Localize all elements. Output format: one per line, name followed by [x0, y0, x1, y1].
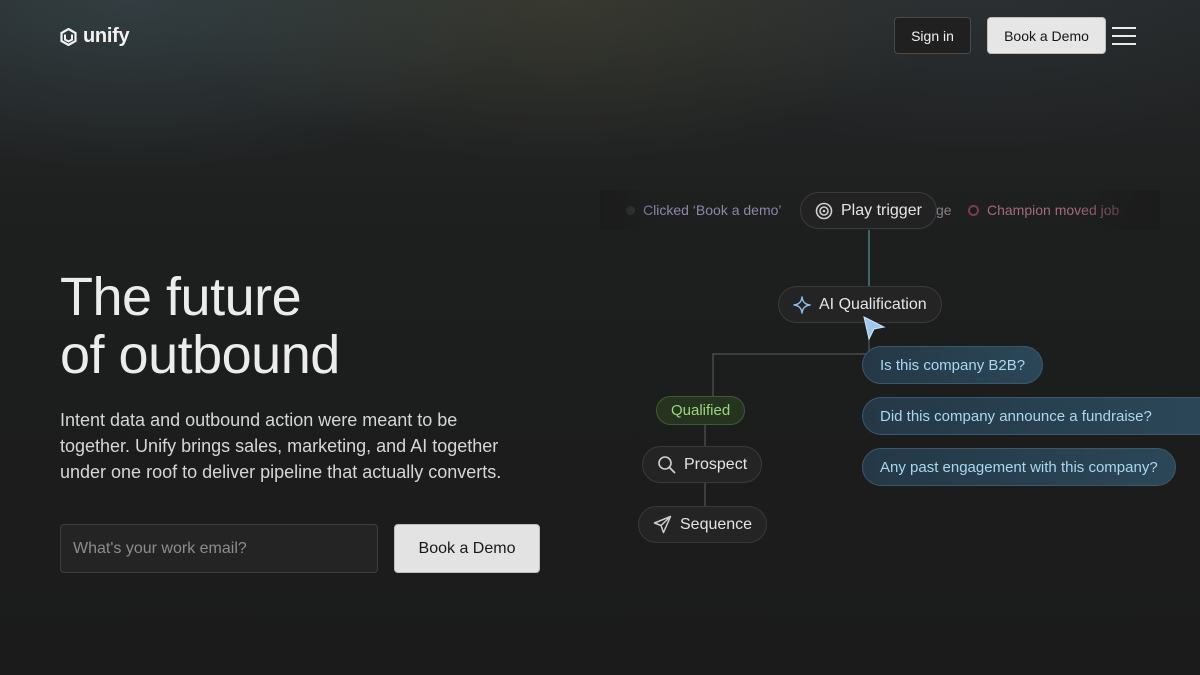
event-dot-icon — [968, 204, 979, 216]
unify-logo-icon — [60, 27, 77, 46]
ai-qualification-label: AI Qualification — [819, 295, 927, 313]
book-demo-header-button[interactable]: Book a Demo — [987, 17, 1106, 54]
brand-logo[interactable]: unify — [60, 25, 130, 48]
target-icon — [815, 202, 833, 219]
brand-name: unify — [83, 25, 130, 47]
sign-in-button[interactable]: Sign in — [894, 17, 971, 54]
pointer-cursor-icon — [863, 316, 886, 341]
sequence-node[interactable]: Sequence — [638, 506, 768, 543]
hero-title: The future of outbound — [60, 268, 540, 384]
event-ticker-clicked-demo: Clicked ‘Book a demo’ — [626, 200, 782, 220]
event-ticker-champion-moved: Champion moved job — [968, 200, 1119, 220]
qualification-question[interactable]: Is this company B2B? — [862, 346, 1044, 384]
qualification-question[interactable]: Did this company announce a fundraise? — [862, 397, 1200, 435]
sequence-label: Sequence — [680, 515, 753, 533]
event-label: ge — [936, 202, 952, 218]
workflow-diagram: Clicked ‘Book a demo’ ge Champion moved … — [600, 180, 1200, 560]
question-text: Is this company B2B? — [880, 356, 1026, 374]
hero-title-line-2: of outbound — [60, 325, 340, 385]
event-label: Clicked ‘Book a demo’ — [643, 202, 782, 218]
qualification-question[interactable]: Any past engagement with this company? — [862, 448, 1176, 486]
prospect-node[interactable]: Prospect — [642, 446, 763, 483]
question-text: Any past engagement with this company? — [880, 458, 1158, 476]
hero-title-line-1: The future — [60, 267, 302, 327]
event-ticker-partial: ge — [936, 200, 952, 220]
qualified-badge: Qualified — [656, 396, 746, 425]
book-demo-cta-button[interactable]: Book a Demo — [394, 524, 540, 573]
sparkle-icon — [793, 295, 811, 314]
work-email-input[interactable] — [60, 524, 378, 573]
search-icon — [658, 456, 676, 474]
ai-qualification-node[interactable]: AI Qualification — [778, 286, 942, 323]
play-trigger-node[interactable]: Play trigger — [800, 192, 937, 229]
hamburger-menu-icon[interactable] — [1112, 26, 1136, 46]
event-label: Champion moved job — [987, 202, 1120, 218]
hero-subtitle: Intent data and outbound action were mea… — [60, 410, 502, 482]
question-text: Did this company announce a fundraise? — [880, 407, 1152, 425]
event-dot-icon — [626, 205, 635, 215]
play-trigger-label: Play trigger — [841, 201, 922, 219]
send-icon — [653, 515, 672, 534]
prospect-label: Prospect — [684, 455, 748, 473]
